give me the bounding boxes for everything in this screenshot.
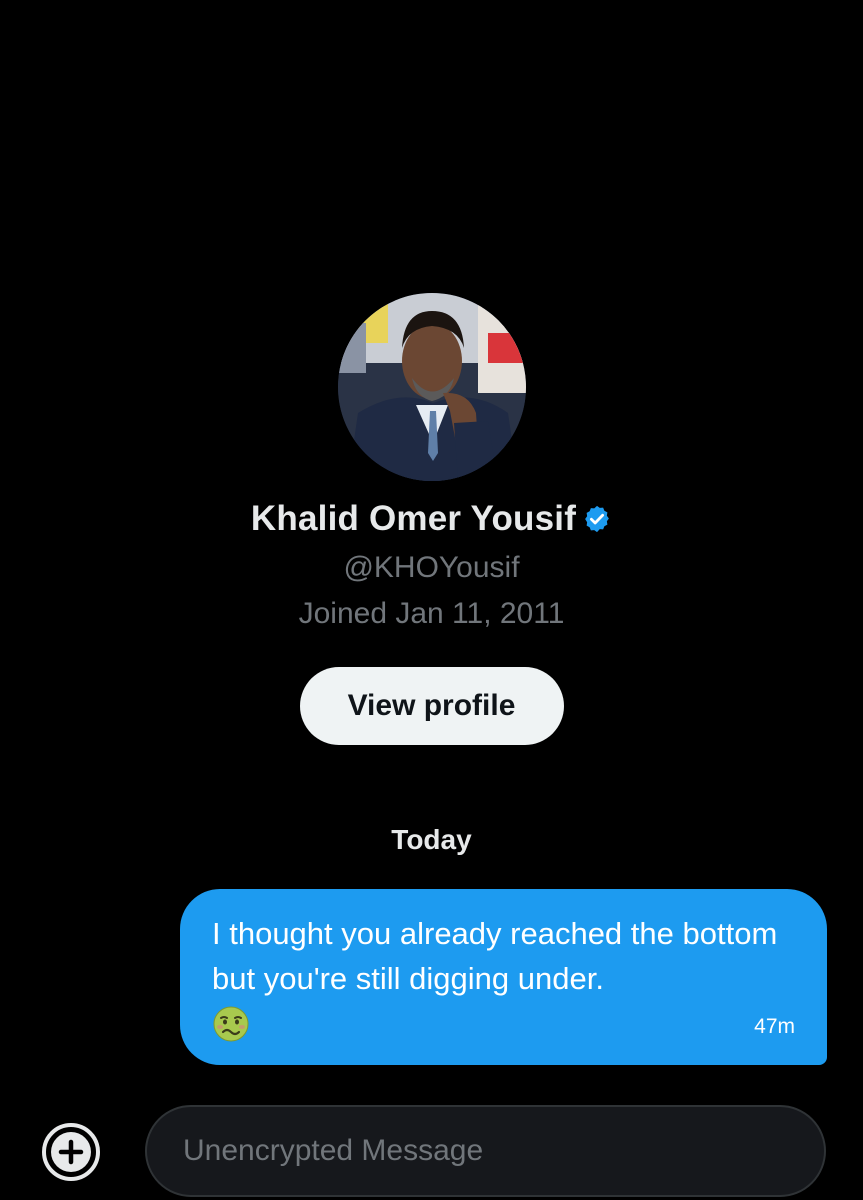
nauseated-face-icon — [212, 1005, 250, 1048]
message-timestamp: 47m — [754, 1015, 795, 1038]
message-text: I thought you already reached the bottom… — [212, 916, 786, 996]
avatar[interactable] — [337, 293, 526, 481]
view-profile-button[interactable]: View profile — [299, 667, 564, 745]
plus-circle-icon — [42, 1123, 100, 1181]
message-bubble-outgoing[interactable]: I thought you already reached the bottom… — [180, 889, 827, 1065]
message-composer[interactable] — [145, 1105, 826, 1197]
verified-badge-icon — [582, 504, 612, 534]
name-row: Khalid Omer Yousif — [251, 499, 612, 539]
profile-handle: @KHOYousif — [343, 551, 520, 584]
joined-date: Joined Jan 11, 2011 — [298, 597, 565, 630]
profile-header: Khalid Omer Yousif @KHOYousif Joined Jan… — [0, 293, 863, 745]
avatar-image — [337, 293, 526, 481]
add-attachment-button[interactable] — [40, 1121, 102, 1183]
message-input[interactable] — [181, 1133, 824, 1169]
display-name: Khalid Omer Yousif — [250, 499, 577, 538]
day-separator: Today — [391, 824, 472, 855]
